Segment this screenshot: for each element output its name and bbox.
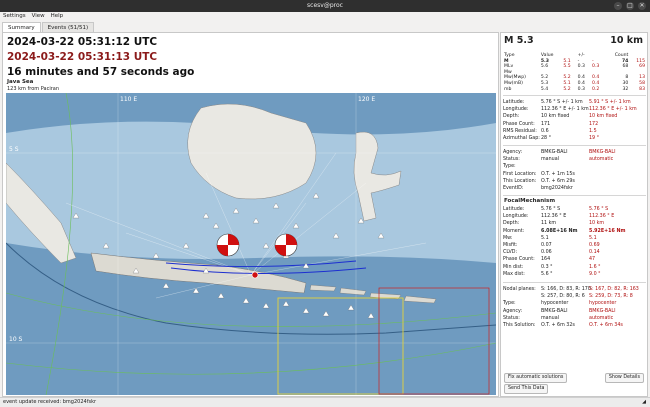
fm-row: Moment: 6.08E+16 Nm 5.92E+16 Nm xyxy=(503,228,626,234)
lon-label-110e: 110 E xyxy=(120,96,137,103)
window-titlebar: scesv@proc – □ ✕ xyxy=(0,0,650,12)
agency-row: This Location: O.T. + 6m 29s xyxy=(503,178,575,184)
origin-row: RMS Residual: 0.6 1.5 xyxy=(503,128,597,134)
nodal-planes-section: Nodal planes: S: 166, D: 83, R: 170 S: 167… xyxy=(503,286,647,329)
origin-row: Phase Count: 171 172 xyxy=(503,121,599,127)
np-row: Type: hypocenter hypocenter xyxy=(503,301,617,307)
magnitude-row: mb 5.4 5.2 0.3 0.2 32 83 xyxy=(504,86,645,92)
menu-settings[interactable]: Settings xyxy=(3,12,26,21)
menu-bar: Settings View Help xyxy=(0,12,650,21)
nearest-city: 123 km from Paciran xyxy=(7,86,59,92)
minimize-button[interactable]: – xyxy=(614,2,622,10)
origin-row: Azimuthal Gap: 28 ° 19 ° xyxy=(503,135,600,141)
fm-row: Misfit: 0.07 0.69 xyxy=(503,242,600,248)
divider xyxy=(503,95,646,96)
fm-row: Mw: 5.1 5.1 xyxy=(503,235,597,241)
epicenter-marker[interactable] xyxy=(251,271,259,279)
focal-mechanism-title: FocalMechanism xyxy=(504,198,556,204)
divider xyxy=(503,282,646,283)
magnitude-table: Type Value +/- Count M 5.3 5.1- -74 115 MLv 5… xyxy=(503,53,646,92)
agency-row: Agency: BMKG-BALI BMKG-BALI xyxy=(503,150,616,155)
menu-help[interactable]: Help xyxy=(51,12,64,21)
tab-summary[interactable]: Summary xyxy=(2,22,41,32)
np-row: Status: manual automatic xyxy=(503,315,614,321)
origin-row: Depth: 10 km fixed 10 km fixed xyxy=(503,114,618,120)
divider xyxy=(503,145,646,146)
agency-row: First Location: O.T. + 1m 15s xyxy=(503,171,575,177)
fm-row: CLVD: 0.06 0.14 xyxy=(503,250,600,256)
beachball-manual[interactable] xyxy=(216,233,240,257)
fm-row: Min dist: 0.3 ° 1.6 ° xyxy=(503,264,601,270)
lat-label-10s: 10 S xyxy=(9,336,23,343)
focal-mechanism-section: Latitude: 5.76 ° S 5.76 ° S Longitude: 112.… xyxy=(503,206,647,278)
resize-grip-icon[interactable]: ◢ xyxy=(642,399,646,405)
lat-label-5s: 5 S xyxy=(9,146,19,153)
fm-row: Max dist: 5.6 ° 9.0 ° xyxy=(503,271,601,277)
event-map[interactable]: 5 S 10 S 110 E 120 E xyxy=(6,93,496,395)
agency-row: Type: xyxy=(503,164,516,170)
menu-view[interactable]: View xyxy=(32,12,45,21)
magnitude-value: M 5.3 xyxy=(504,35,534,46)
tab-events[interactable]: Events (51/51) xyxy=(41,22,95,32)
tab-bar: Summary Events (51/51) xyxy=(2,22,95,32)
fix-automatic-solutions-button[interactable]: Fix automatic solutions xyxy=(504,373,568,383)
agency-section: Agency: BMKG-BALI BMKG-BALI Status: manual a… xyxy=(503,149,647,192)
send-data-button[interactable]: Send This Data xyxy=(504,384,549,394)
fm-row: Longitude: 112.36 ° E 112.36 ° E xyxy=(503,214,615,220)
agency-row: Status: manual automatic xyxy=(503,157,614,163)
origin-row: Longitude: 112.36 ° E +/- 1 km 112.36 ° E … xyxy=(503,107,637,113)
summary-pane: 2024-03-22 05:31:12 UTC 2024-03-22 05:31… xyxy=(2,32,499,397)
fm-row: Latitude: 5.76 ° S 5.76 ° S xyxy=(503,207,609,212)
origin-section: Latitude: 5.76 ° S +/- 1 km 5.91 ° S +/- 1… xyxy=(503,99,647,142)
np-row: Agency: BMKG-BALI BMKG-BALI xyxy=(503,308,616,314)
np-row: This Solution: O.T. + 6m 32s O.T. + 6m 34s xyxy=(503,322,623,328)
region-name: Java Sea xyxy=(7,79,34,85)
status-text: event update received: bmg2024fskr xyxy=(3,399,97,405)
depth-value: 10 km xyxy=(610,35,643,46)
lon-label-120e: 120 E xyxy=(358,96,375,103)
beachball-automatic[interactable] xyxy=(274,233,298,257)
details-pane: M 5.3 10 km Type Value +/- Count M 5.3 5.1… xyxy=(500,32,648,397)
np-row: Nodal planes: S: 166, D: 83, R: 170 S: 167… xyxy=(503,287,639,292)
origin-row: Latitude: 5.76 ° S +/- 1 km 5.91 ° S +/- 1… xyxy=(503,100,631,105)
window-title: scesv@proc xyxy=(307,2,343,9)
np-row: S: 257, D: 80, R: 6 S: 259, D: 73, R: 8 xyxy=(541,294,633,300)
elapsed-time: 16 minutes and 57 seconds ago xyxy=(7,66,195,78)
show-details-button[interactable]: Show Details xyxy=(604,373,644,383)
fm-row: Depth: 11 km 10 km xyxy=(503,221,605,227)
alternate-origin-time: 2024-03-22 05:31:13 UTC xyxy=(7,51,158,63)
close-button[interactable]: ✕ xyxy=(638,2,646,10)
fm-row: Phase Count: 164 47 xyxy=(503,257,596,263)
origin-time: 2024-03-22 05:31:12 UTC xyxy=(7,36,158,48)
divider xyxy=(503,195,646,196)
agency-row: EventID: bmg2024fskr xyxy=(503,185,573,191)
maximize-button[interactable]: □ xyxy=(626,2,634,10)
